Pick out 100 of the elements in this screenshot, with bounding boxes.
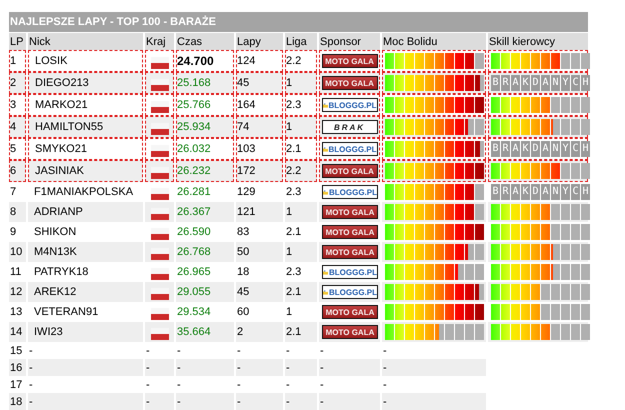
rank: 5 (10, 143, 16, 155)
rank: 15 (10, 344, 22, 356)
league: - (286, 396, 290, 408)
car-power: - (383, 378, 387, 390)
flag-icon (151, 308, 169, 320)
league: - (286, 378, 290, 390)
sponsor: - (320, 396, 324, 408)
lap-count: - (237, 344, 241, 356)
nick: SHIKON (34, 226, 76, 238)
rank: 17 (10, 378, 22, 390)
league: 1 (286, 77, 292, 89)
rank: 2 (10, 77, 16, 89)
flag-icon (151, 268, 169, 280)
lap-count: - (237, 396, 241, 408)
lap-count: - (237, 362, 241, 374)
league: 2.3 (286, 99, 302, 111)
lap-time: - (177, 344, 181, 356)
lap-count: 60 (237, 306, 250, 318)
column-header: Liga (285, 32, 317, 50)
league: 2.1 (286, 143, 302, 155)
league: 2.1 (286, 286, 302, 298)
league: 1 (286, 246, 292, 258)
sponsor: - (320, 378, 324, 390)
lap-count: 2 (237, 326, 244, 338)
league: 1 (286, 306, 292, 318)
sponsor-name: BRAK (334, 122, 366, 132)
nick: PATRYK18 (34, 266, 88, 278)
rank: 16 (10, 362, 22, 374)
lap-count: 172 (237, 165, 256, 177)
nick: - (29, 396, 33, 408)
sponsor-name: MOTO GALA (326, 248, 374, 256)
car-power: - (383, 344, 387, 356)
league: 2.2 (286, 165, 302, 177)
flag-icon (151, 288, 169, 300)
league: 2.2 (286, 55, 302, 67)
league: 1 (286, 206, 292, 218)
league: 2.3 (286, 186, 302, 198)
nick: HAMILTON55 (35, 121, 104, 133)
sponsor-name: BLOGGG.PL (328, 100, 376, 110)
sponsor-name: BLOGGG.PL (329, 288, 377, 296)
nick: M4N13K (34, 246, 77, 258)
sponsor-name: BLOGGG.PL (329, 268, 377, 276)
sponsor-name: MOTO GALA (325, 78, 374, 88)
flag-icon (150, 144, 168, 156)
nick: LOSIK (35, 55, 68, 67)
lap-time: - (177, 362, 181, 374)
nick: - (29, 378, 33, 390)
lap-time: 26.768 (177, 246, 211, 258)
rank: 14 (10, 326, 22, 338)
rank: 1 (10, 55, 16, 67)
lap-count: 18 (237, 266, 250, 278)
country: - (146, 396, 150, 408)
flag-icon (151, 248, 169, 260)
sponsor: - (320, 344, 324, 356)
lap-time: 25.168 (177, 77, 211, 89)
lap-time: 26.367 (177, 206, 211, 218)
sponsor-name: MOTO GALA (325, 56, 374, 66)
lap-count: 45 (237, 77, 250, 89)
table-title: NAJLEPSZE LAPY - TOP 100 - BARAŻE (9, 12, 588, 32)
rank: 8 (10, 206, 16, 218)
column-header: Kraj (145, 32, 174, 50)
lap-count: 74 (237, 121, 250, 133)
lap-count: 45 (237, 286, 250, 298)
nick: JASINIAK (35, 165, 84, 177)
column-header: Czas (176, 32, 234, 50)
league: 2.1 (286, 326, 302, 338)
nick: SMYKO21 (35, 143, 87, 155)
sponsor-name: MOTO GALA (325, 166, 374, 176)
lap-time: 26.032 (177, 143, 211, 155)
flag-icon (150, 78, 168, 90)
rank: 11 (10, 266, 22, 278)
rank: 9 (10, 226, 16, 238)
lap-count: 121 (237, 206, 256, 218)
flag-icon (151, 228, 169, 240)
nick: MARKO21 (35, 99, 88, 111)
country: - (146, 378, 150, 390)
nick: DIEGO213 (35, 77, 89, 89)
flag-icon (151, 188, 169, 200)
lap-time: 29.055 (177, 286, 211, 298)
rank: 4 (10, 121, 16, 133)
sponsor: - (320, 362, 324, 374)
sponsor-name: BLOGGG.PL (328, 144, 376, 154)
lap-time: 26.232 (177, 165, 211, 177)
lap-count: 129 (237, 186, 256, 198)
country: - (146, 362, 150, 374)
rank: 13 (10, 306, 22, 318)
sponsor-name: BLOGGG.PL (329, 188, 377, 196)
lap-time: 29.534 (177, 306, 211, 318)
lap-time: - (177, 378, 181, 390)
rank: 6 (10, 165, 16, 177)
rank: 12 (10, 286, 22, 298)
lap-count: - (237, 378, 241, 390)
flag-icon (151, 208, 169, 220)
lap-count: 124 (237, 55, 256, 67)
country: - (146, 344, 150, 356)
nick: AREK12 (34, 286, 76, 298)
sponsor-name: MOTO GALA (326, 228, 374, 236)
lap-count: 50 (237, 246, 250, 258)
rank: 18 (10, 396, 22, 408)
car-power: - (383, 362, 387, 374)
